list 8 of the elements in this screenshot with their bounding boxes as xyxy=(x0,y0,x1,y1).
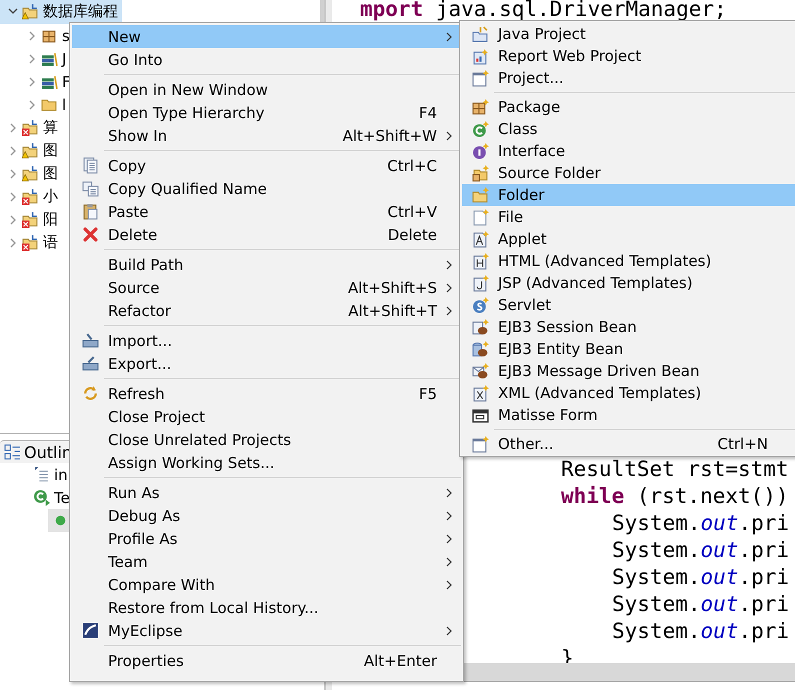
code-line: System.out.pri xyxy=(612,537,790,564)
code-line: System.out.pri xyxy=(612,510,790,537)
code-line: while (rst.next()) xyxy=(561,483,789,510)
code-line: System.out.pri xyxy=(612,564,790,591)
code-line: System.out.pri xyxy=(612,591,790,618)
code-line: System.out.pri xyxy=(612,618,790,645)
code-line: ResultSet rst=stmt xyxy=(561,456,789,483)
code-line: mport java.sql.DriverManager; xyxy=(360,0,727,19)
